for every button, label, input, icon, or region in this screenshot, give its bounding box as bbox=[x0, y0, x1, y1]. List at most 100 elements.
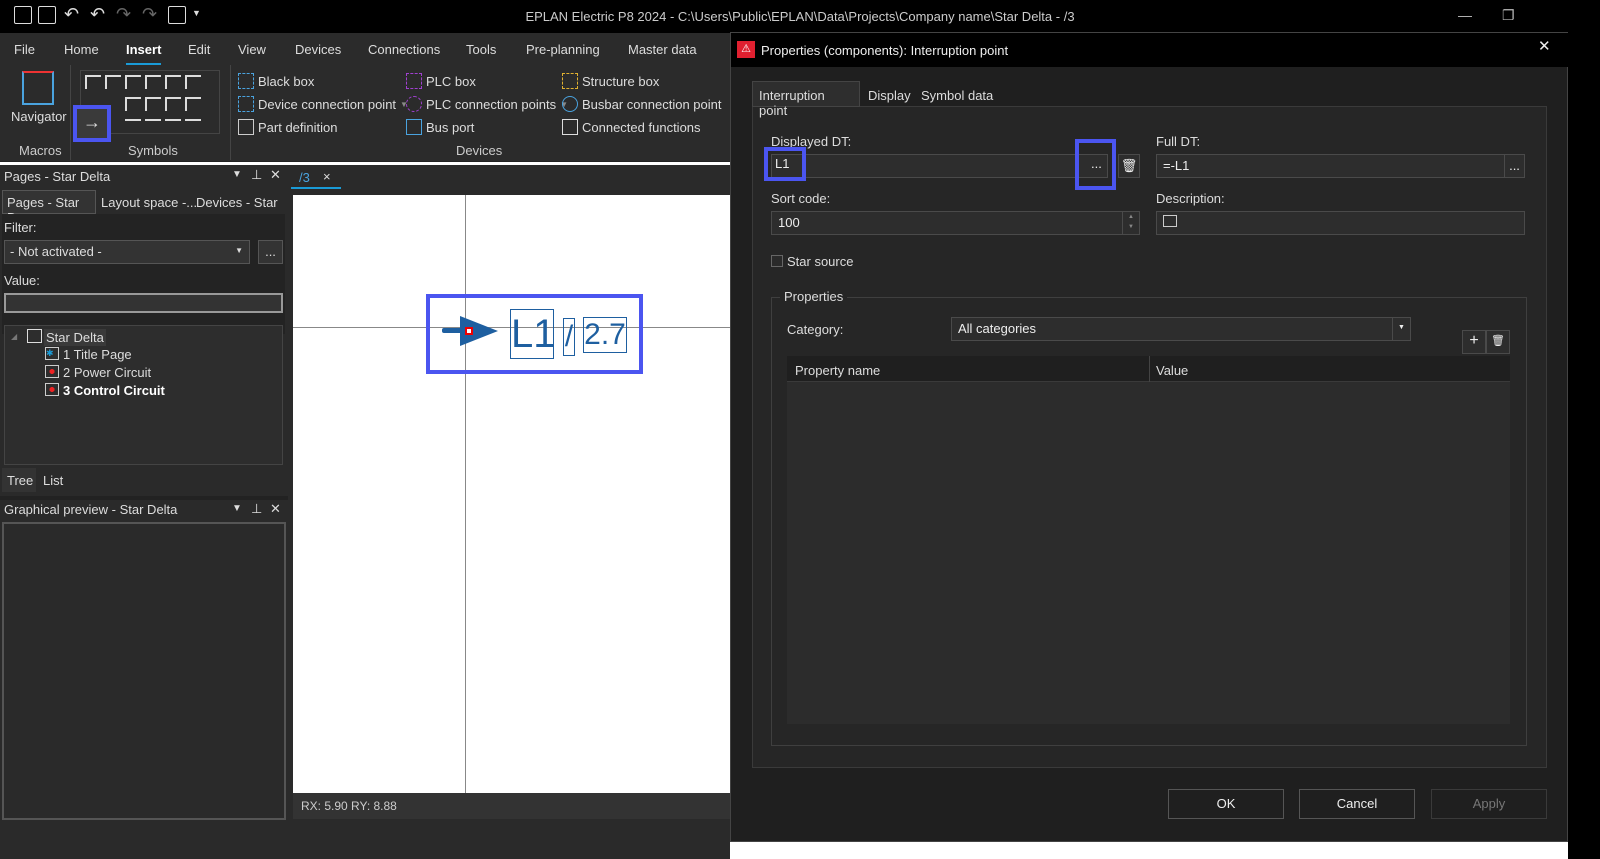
editor-area: /3 × L1 / 2.7 RX: 5.90 RY: 8.88 bbox=[288, 165, 730, 859]
schematic-canvas[interactable]: L1 / 2.7 bbox=[293, 195, 730, 793]
filter-more-button[interactable]: ... bbox=[258, 240, 283, 264]
title-page-icon: ✱ bbox=[45, 347, 59, 360]
displayed-dt-input[interactable] bbox=[771, 154, 1108, 178]
column-header-property-name[interactable]: Property name bbox=[795, 363, 880, 378]
expand-icon[interactable]: ◢ bbox=[11, 332, 17, 341]
window-title: EPLAN Electric P8 2024 - C:\Users\Public… bbox=[525, 9, 1075, 24]
device-connection-point-icon bbox=[238, 96, 254, 112]
tab-layout-space[interactable]: Layout space -... bbox=[101, 195, 197, 210]
minimize-icon[interactable]: — bbox=[1458, 7, 1472, 23]
tree-page-active[interactable]: 3 Control Circuit bbox=[63, 383, 165, 398]
tab-insert[interactable]: Insert bbox=[126, 42, 162, 66]
description-input[interactable] bbox=[1156, 211, 1525, 235]
status-bar: RX: 5.90 RY: 8.88 bbox=[293, 793, 730, 819]
tree-root[interactable]: Star Delta bbox=[44, 329, 106, 346]
tree-page[interactable]: 2 Power Circuit bbox=[63, 365, 151, 380]
close-tab-icon[interactable]: × bbox=[323, 169, 331, 184]
close-dialog-icon[interactable]: ✕ bbox=[1538, 37, 1551, 55]
displayed-dt-value-highlight: L1 bbox=[764, 147, 806, 181]
tab-devices[interactable]: Devices bbox=[295, 42, 341, 57]
plc-box-icon bbox=[406, 73, 422, 89]
graphical-preview bbox=[2, 522, 286, 820]
tab-connections[interactable]: Connections bbox=[368, 42, 440, 57]
tab-view[interactable]: View bbox=[238, 42, 266, 57]
dialog-title-bar: ⚠ Properties (components): Interruption … bbox=[731, 33, 1569, 67]
tab-master-data[interactable]: Master data bbox=[628, 42, 697, 57]
plc-box-button[interactable]: PLC box bbox=[406, 73, 476, 89]
tab-interruption-point[interactable]: Interruption point bbox=[752, 81, 860, 118]
delete-property-icon[interactable]: 🗑 bbox=[1486, 330, 1510, 354]
add-property-button[interactable]: + bbox=[1462, 330, 1486, 354]
pin-icon[interactable]: ⊥ bbox=[251, 501, 262, 517]
tab-tools[interactable]: Tools bbox=[466, 42, 496, 57]
ribbon: Navigator Macros → Symbols Black box Dev… bbox=[0, 65, 730, 162]
translate-icon[interactable] bbox=[1163, 215, 1177, 227]
tree-page[interactable]: 1 Title Page bbox=[63, 347, 132, 362]
apply-button[interactable]: Apply bbox=[1431, 789, 1547, 819]
column-header-value[interactable]: Value bbox=[1156, 363, 1188, 378]
bus-port-icon bbox=[406, 119, 422, 135]
filter-select[interactable]: - Not activated - ▼ bbox=[4, 240, 250, 264]
preview-panel-title: Graphical preview - Star Delta bbox=[4, 502, 178, 517]
eplan-warning-icon: ⚠ bbox=[737, 41, 755, 58]
ok-button[interactable]: OK bbox=[1168, 789, 1284, 819]
tab-file[interactable]: File bbox=[14, 42, 35, 57]
tab-tree[interactable]: Tree bbox=[2, 468, 36, 492]
sort-code-input[interactable]: 100 ▲ ▼ bbox=[771, 211, 1140, 235]
plc-connection-point-icon bbox=[406, 96, 422, 112]
interruption-point-symbol-button[interactable]: → bbox=[73, 105, 111, 142]
busbar-connection-point-button[interactable]: Busbar connection point bbox=[562, 96, 721, 112]
tab-list[interactable]: List bbox=[43, 473, 63, 488]
plc-connection-points-button[interactable]: PLC connection points ▼ bbox=[406, 96, 568, 112]
part-definition-button[interactable]: Part definition bbox=[238, 119, 338, 135]
connected-functions-button[interactable]: Connected functions bbox=[562, 119, 701, 135]
pin-icon[interactable]: ⊥ bbox=[251, 167, 262, 183]
panel-menu-icon[interactable]: ▼ bbox=[232, 169, 242, 180]
close-panel-icon[interactable]: ✕ bbox=[270, 501, 281, 517]
tab-edit[interactable]: Edit bbox=[188, 42, 210, 57]
page-tab[interactable]: /3 × bbox=[291, 167, 341, 189]
window-edge bbox=[1568, 0, 1600, 859]
value-input[interactable] bbox=[4, 293, 283, 313]
device-connection-point-button[interactable]: Device connection point ▼ bbox=[238, 96, 408, 112]
navigator-button[interactable]: Navigator bbox=[11, 109, 67, 124]
category-select[interactable]: All categories ▼ bbox=[951, 317, 1411, 341]
black-box-icon bbox=[238, 73, 254, 89]
arrow-right-icon: → bbox=[83, 112, 101, 132]
connected-functions-icon bbox=[562, 119, 578, 135]
restore-icon[interactable]: ❐ bbox=[1502, 7, 1515, 24]
description-label: Description: bbox=[1156, 191, 1225, 206]
sort-code-spinner[interactable]: ▲ ▼ bbox=[1122, 212, 1139, 234]
star-source-checkbox[interactable] bbox=[771, 255, 783, 267]
symbol-cross-reference: 2.7 bbox=[583, 317, 627, 353]
properties-dialog: ⚠ Properties (components): Interruption … bbox=[730, 32, 1569, 842]
dialog-title: Properties (components): Interruption po… bbox=[761, 43, 1009, 58]
bus-port-button[interactable]: Bus port bbox=[406, 119, 474, 135]
navigator-icon bbox=[22, 71, 54, 105]
tab-pages[interactable]: Pages - Star D... bbox=[2, 190, 96, 225]
structure-box-button[interactable]: Structure box bbox=[562, 73, 659, 89]
symbol-separator: / bbox=[563, 318, 575, 356]
star-source-label: Star source bbox=[787, 254, 854, 269]
interruption-point-symbol[interactable]: L1 / 2.7 bbox=[426, 294, 643, 374]
properties-group-label: Properties bbox=[780, 289, 848, 304]
chevron-down-icon: ▼ bbox=[1392, 318, 1410, 340]
delete-icon[interactable]: 🗑 bbox=[1118, 154, 1140, 178]
tab-home[interactable]: Home bbox=[64, 42, 99, 57]
close-panel-icon[interactable]: ✕ bbox=[270, 167, 281, 183]
structure-box-icon bbox=[562, 73, 578, 89]
group-macros-label: Macros bbox=[19, 143, 62, 158]
cancel-button[interactable]: Cancel bbox=[1299, 789, 1415, 819]
displayed-dt-more-button[interactable]: ... bbox=[1075, 139, 1116, 190]
category-label: Category: bbox=[787, 322, 844, 337]
value-label: Value: bbox=[4, 273, 40, 288]
black-box-button[interactable]: Black box bbox=[238, 73, 314, 89]
tab-symbol-data[interactable]: Symbol data bbox=[921, 88, 993, 103]
panel-menu-icon[interactable]: ▼ bbox=[232, 503, 242, 514]
tab-pre-planning[interactable]: Pre-planning bbox=[526, 42, 600, 57]
tab-display[interactable]: Display bbox=[868, 88, 911, 103]
page-tree: ◢ Star Delta ✱ 1 Title Page 2 Power Circ… bbox=[4, 325, 283, 465]
full-dt-input[interactable]: =-L1... bbox=[1156, 154, 1525, 178]
full-dt-more-button[interactable]: ... bbox=[1504, 155, 1524, 177]
ribbon-tabs: File Home Insert Edit View Devices Conne… bbox=[0, 33, 730, 66]
